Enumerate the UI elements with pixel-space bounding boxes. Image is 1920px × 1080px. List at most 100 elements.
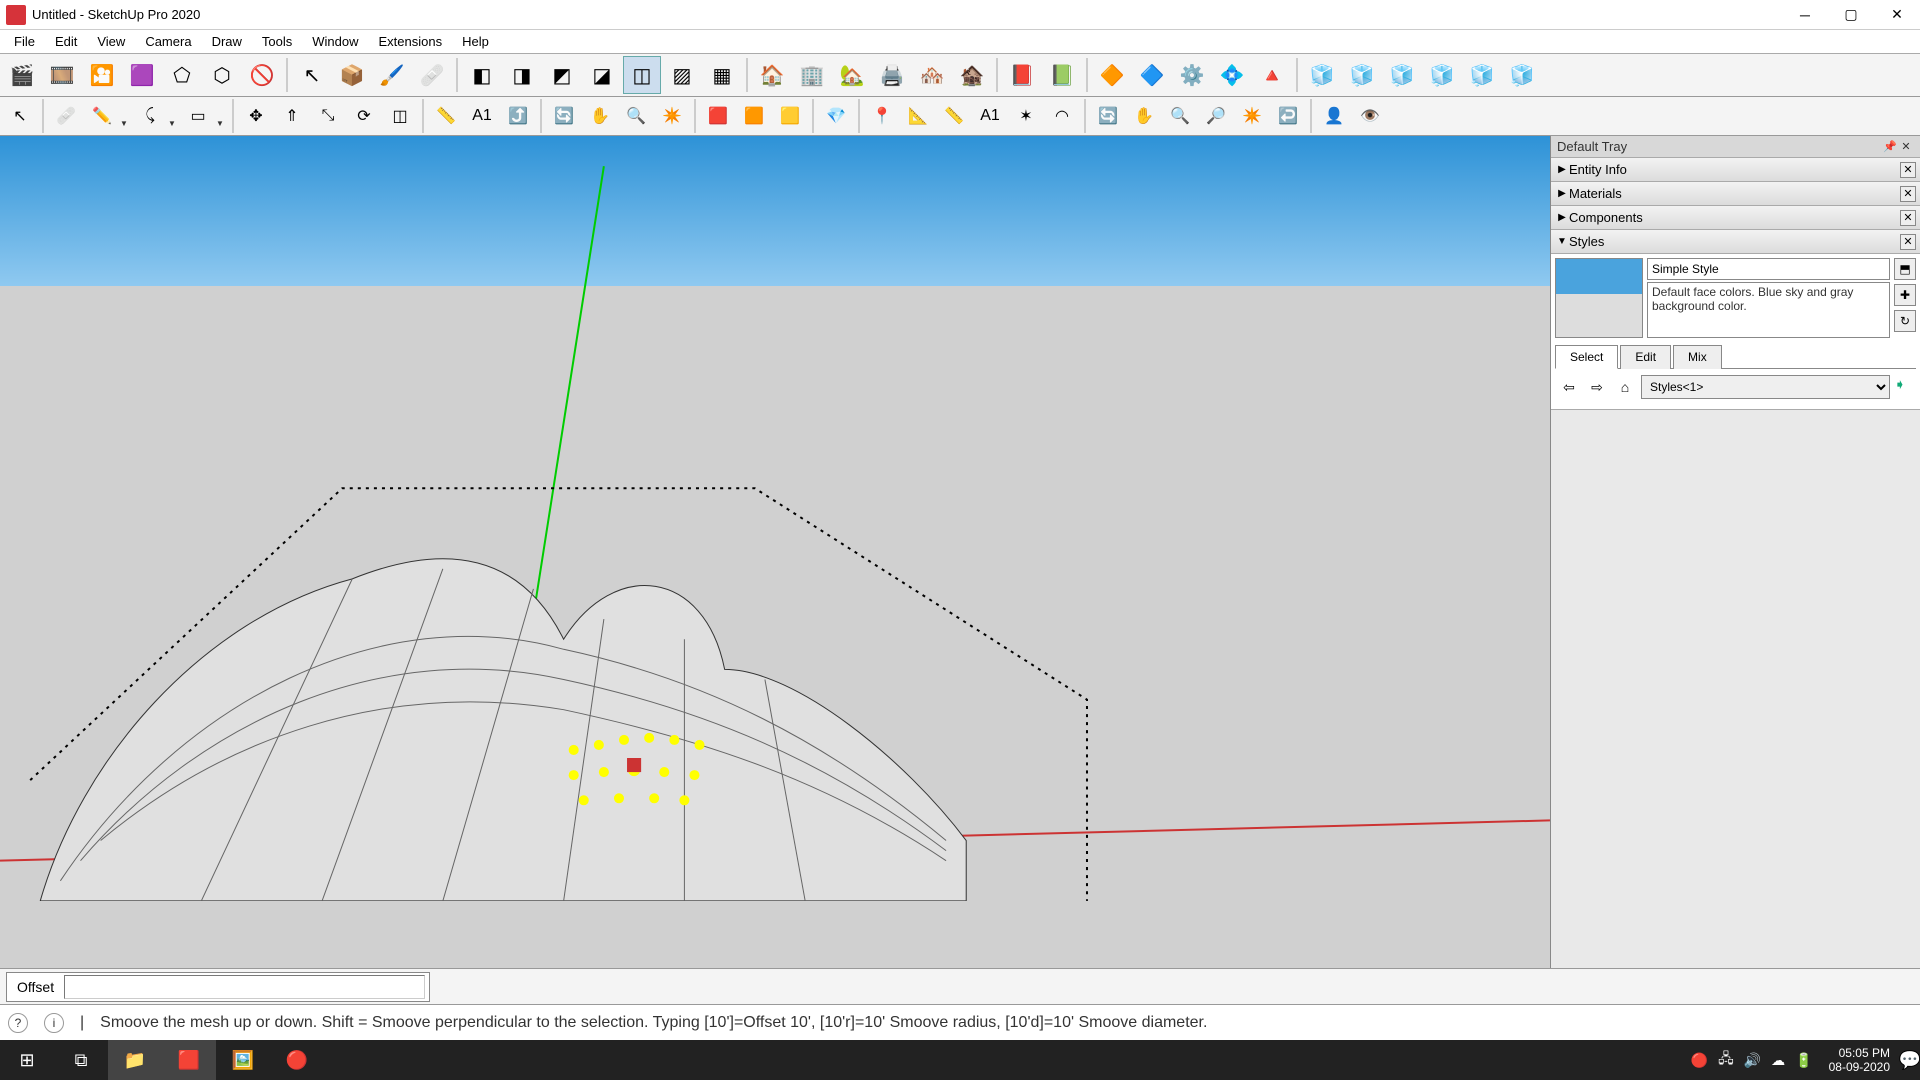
app-paint-icon[interactable]: 🖼️ xyxy=(216,1040,270,1080)
select-tool-icon[interactable]: ↖ xyxy=(293,56,331,94)
scene-update-icon[interactable]: 🎞️ xyxy=(43,56,81,94)
solid-2-icon[interactable]: 🧊 xyxy=(1343,56,1381,94)
tray-close-icon[interactable]: ✕ xyxy=(1898,140,1914,153)
battery-icon[interactable]: 🔋 xyxy=(1795,1052,1812,1069)
text-2-icon[interactable]: A1 xyxy=(973,99,1007,133)
shaded-icon[interactable]: ▦ xyxy=(703,56,741,94)
scene-next-icon[interactable]: ⬠ xyxy=(163,56,201,94)
taskbar-clock[interactable]: 05:05 PM 08-09-2020 xyxy=(1819,1046,1900,1074)
arch-asset-4-icon[interactable]: 🖨️ xyxy=(873,56,911,94)
scale-tool-icon[interactable]: ⤡ xyxy=(311,99,345,133)
viewport-3d[interactable] xyxy=(0,136,1550,968)
style-desc[interactable]: Default face colors. Blue sky and gray b… xyxy=(1647,282,1890,338)
rotate-tool-icon[interactable]: ⟳ xyxy=(347,99,381,133)
panel-styles[interactable]: ▼ Styles ✕ xyxy=(1551,230,1920,254)
arch-asset-6-icon[interactable]: 🏚️ xyxy=(953,56,991,94)
tape-tool-icon[interactable]: 📏 xyxy=(429,99,463,133)
style-update-icon[interactable]: ⬒ xyxy=(1894,258,1916,280)
solid-3-icon[interactable]: 🧊 xyxy=(1383,56,1421,94)
menu-tools[interactable]: Tools xyxy=(252,32,302,51)
pan-tool-icon[interactable]: ✋ xyxy=(583,99,617,133)
warehouse-1-icon[interactable]: 🟥 xyxy=(701,99,735,133)
location-icon[interactable]: 📍 xyxy=(865,99,899,133)
terrain-5-icon[interactable]: 🔺 xyxy=(1253,56,1291,94)
left-view-icon[interactable]: ▨ xyxy=(663,56,701,94)
eraser-icon[interactable]: 🩹 xyxy=(413,56,451,94)
zoom-2-icon[interactable]: 🔍 xyxy=(1163,99,1197,133)
tab-select[interactable]: Select xyxy=(1555,345,1618,369)
pan-2-icon[interactable]: ✋ xyxy=(1127,99,1161,133)
zoom-window-icon[interactable]: 🔎 xyxy=(1199,99,1233,133)
scene-play-icon[interactable]: ⬡ xyxy=(203,56,241,94)
volume-icon[interactable]: 🔊 xyxy=(1744,1052,1761,1069)
panel-materials[interactable]: ▶ Materials ✕ xyxy=(1551,182,1920,206)
front-view-icon[interactable]: ◩ xyxy=(543,56,581,94)
walk-icon[interactable]: 👁️ xyxy=(1353,99,1387,133)
panel-close-icon[interactable]: ✕ xyxy=(1900,186,1916,202)
maximize-button[interactable]: ▢ xyxy=(1828,0,1874,30)
tape-2-icon[interactable]: 📏 xyxy=(937,99,971,133)
panel-close-icon[interactable]: ✕ xyxy=(1900,162,1916,178)
terrain-3-icon[interactable]: ⚙️ xyxy=(1173,56,1211,94)
task-view-icon[interactable]: ⧉ xyxy=(54,1040,108,1080)
tab-mix[interactable]: Mix xyxy=(1673,345,1722,369)
nav-home-icon[interactable]: ⌂ xyxy=(1613,375,1637,399)
chevron-down-icon[interactable]: ▼ xyxy=(120,105,130,128)
style-refresh-icon[interactable]: ↻ xyxy=(1894,310,1916,332)
start-button[interactable]: ⊞ xyxy=(0,1040,54,1080)
zoom-extents-tool-icon[interactable]: ✴️ xyxy=(655,99,689,133)
pin-icon[interactable]: 📌 xyxy=(1882,140,1898,153)
scene-prev-icon[interactable]: 🟪 xyxy=(123,56,161,94)
menu-file[interactable]: File xyxy=(4,32,45,51)
rectangle-tool-icon[interactable]: ▭ xyxy=(181,99,215,133)
warehouse-2-icon[interactable]: 🟧 xyxy=(737,99,771,133)
chevron-down-icon[interactable]: ▼ xyxy=(168,105,178,128)
orbit-2-icon[interactable]: 🔄 xyxy=(1091,99,1125,133)
move-tool-icon[interactable]: ✥ xyxy=(239,99,273,133)
arc-tool-icon[interactable]: ⤹ xyxy=(133,99,167,133)
axes-icon[interactable]: ✶ xyxy=(1009,99,1043,133)
record-icon[interactable]: 🔴 xyxy=(270,1040,324,1080)
iso-view-icon[interactable]: ◧ xyxy=(463,56,501,94)
record-dot-icon[interactable]: 🔴 xyxy=(1691,1052,1708,1069)
onedrive-icon[interactable]: ☁ xyxy=(1771,1052,1785,1069)
previous-view-icon[interactable]: ↩️ xyxy=(1271,99,1305,133)
menu-help[interactable]: Help xyxy=(452,32,499,51)
solid-4-icon[interactable]: 🧊 xyxy=(1423,56,1461,94)
zoom-tool-icon[interactable]: 🔍 xyxy=(619,99,653,133)
text-tool-icon[interactable]: A1 xyxy=(465,99,499,133)
terrain-2-icon[interactable]: 🔷 xyxy=(1133,56,1171,94)
arch-asset-5-icon[interactable]: 🏘️ xyxy=(913,56,951,94)
minimize-button[interactable]: ─ xyxy=(1782,0,1828,30)
position-camera-icon[interactable]: 👤 xyxy=(1317,99,1351,133)
tab-edit[interactable]: Edit xyxy=(1620,345,1671,369)
followme-tool-icon[interactable]: ⤴️ xyxy=(501,99,535,133)
menu-edit[interactable]: Edit xyxy=(45,32,87,51)
terrain-4-icon[interactable]: 💠 xyxy=(1213,56,1251,94)
details-icon[interactable]: ➧ xyxy=(1894,376,1914,398)
menu-view[interactable]: View xyxy=(87,32,135,51)
sandbox-from-scratch-icon[interactable]: 📕 xyxy=(1003,56,1041,94)
style-collection-select[interactable]: Styles<1> xyxy=(1641,375,1890,399)
sketchup-taskbar-icon[interactable]: 🟥 xyxy=(162,1040,216,1080)
panel-entity-info[interactable]: ▶ Entity Info ✕ xyxy=(1551,158,1920,182)
nav-forward-icon[interactable]: ⇨ xyxy=(1585,375,1609,399)
right-view-icon[interactable]: ◪ xyxy=(583,56,621,94)
arch-asset-2-icon[interactable]: 🏢 xyxy=(793,56,831,94)
menu-window[interactable]: Window xyxy=(302,32,368,51)
style-name-input[interactable] xyxy=(1647,258,1890,280)
info-icon[interactable]: ? xyxy=(8,1013,28,1033)
protractor-icon[interactable]: ◠ xyxy=(1045,99,1079,133)
dimension-icon[interactable]: 📐 xyxy=(901,99,935,133)
eraser-2-icon[interactable]: 🩹 xyxy=(49,99,83,133)
pushpull-tool-icon[interactable]: ⇑ xyxy=(275,99,309,133)
menu-draw[interactable]: Draw xyxy=(202,32,252,51)
close-window-button[interactable]: ✕ xyxy=(1874,0,1920,30)
notifications-icon[interactable]: 💬 xyxy=(1900,1040,1920,1080)
file-explorer-icon[interactable]: 📁 xyxy=(108,1040,162,1080)
orbit-tool-icon[interactable]: 🔄 xyxy=(547,99,581,133)
geo-icon[interactable]: i xyxy=(44,1013,64,1033)
panel-close-icon[interactable]: ✕ xyxy=(1900,234,1916,250)
back-view-icon[interactable]: ◫ xyxy=(623,56,661,94)
select-icon[interactable]: ↖ xyxy=(3,99,37,133)
